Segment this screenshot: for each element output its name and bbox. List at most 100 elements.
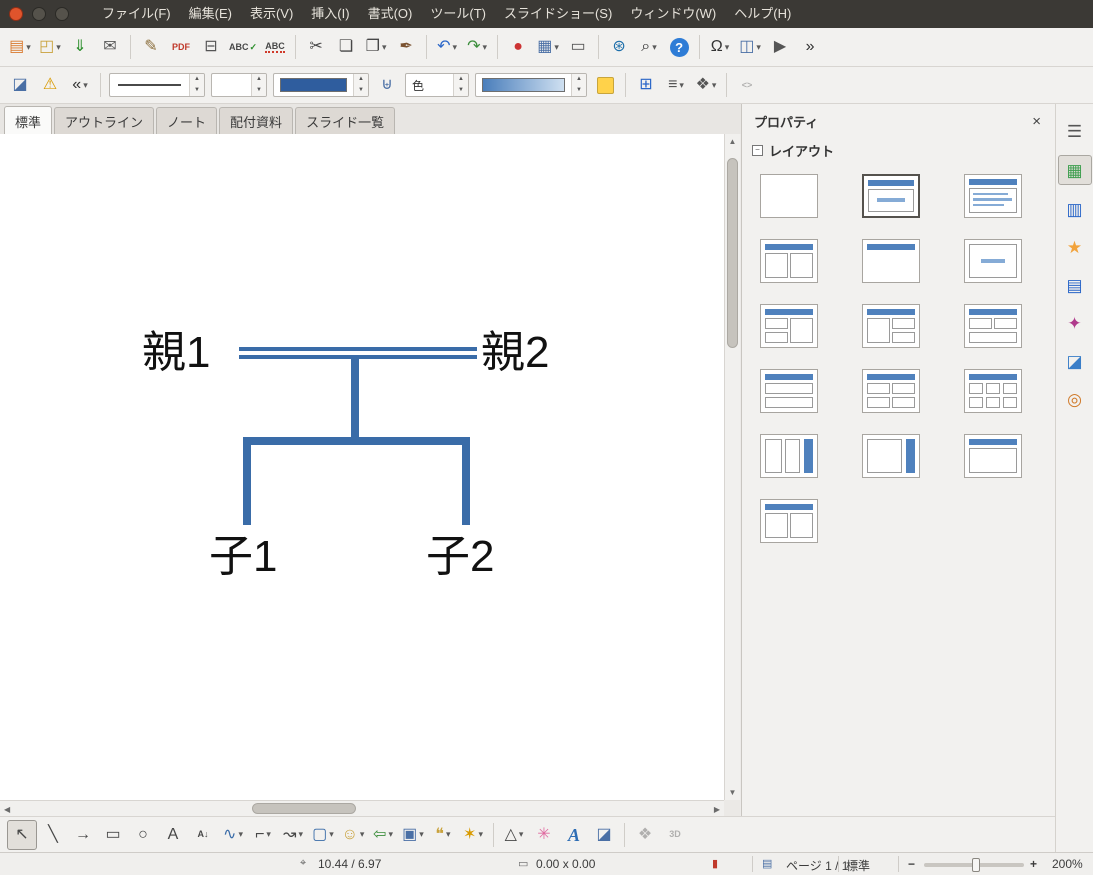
open-button[interactable]: ◰ ▾	[36, 33, 64, 61]
slide-transition-deck-button[interactable]: ▤	[1059, 271, 1091, 299]
start-slideshow-button[interactable]: ▶	[766, 33, 794, 61]
layout-title-content-and-two-content[interactable]	[862, 304, 920, 348]
edit-points-button[interactable]: △ ▾	[500, 821, 528, 849]
menu-file[interactable]: ファイル(F)	[93, 0, 180, 28]
menu-view[interactable]: 表示(V)	[241, 0, 302, 28]
select-button[interactable]: ↖	[7, 819, 37, 850]
layout-title-two-content-over-content[interactable]	[964, 304, 1022, 348]
layouts-section-header[interactable]: − レイアウト	[742, 137, 1055, 162]
line-color-dropdown[interactable]: ▲ ▼	[273, 73, 369, 97]
lines-and-arrows-button[interactable]: ↝ ▾	[279, 821, 307, 849]
menu-slideshow[interactable]: スライドショー(S)	[495, 0, 621, 28]
block-arrows-button[interactable]: ⇦ ▾	[369, 821, 397, 849]
insert-line-button[interactable]: ╲	[39, 821, 67, 849]
display-grid-button[interactable]: ⊞	[632, 71, 660, 99]
new-presentation-button[interactable]: ▤ ▾	[6, 33, 34, 61]
insert-table-button[interactable]: ▦ ▾	[534, 33, 562, 61]
view-tab-slide-sorter[interactable]: スライド一覧	[295, 107, 396, 134]
insert-chart-button[interactable]: ●	[504, 33, 532, 61]
vertical-scroll-thumb[interactable]	[727, 158, 738, 348]
print-button[interactable]: ⊟	[197, 33, 225, 61]
sidebar-settings-button[interactable]: ☰	[1059, 117, 1091, 145]
scroll-up-icon[interactable]: ▲	[725, 137, 740, 146]
spelling-button[interactable]: ABC ✓	[227, 33, 259, 61]
text-parent2[interactable]: 親2	[481, 329, 549, 376]
display-views-button[interactable]: ◫ ▾	[736, 33, 764, 61]
layout-title-content[interactable]	[964, 174, 1022, 218]
menu-insert[interactable]: 挿入(I)	[302, 0, 358, 28]
line-style-spinner-icon[interactable]: ▲ ▼	[189, 74, 204, 96]
redo-button[interactable]: ↷ ▾	[463, 33, 491, 61]
styles-deck-button[interactable]: ▥	[1059, 195, 1091, 223]
insert-image-button[interactable]: ◪	[6, 71, 34, 99]
menu-window[interactable]: ウィンドウ(W)	[621, 0, 725, 28]
helplines-while-moving-button[interactable]: ⚠	[36, 71, 64, 99]
view-tab-normal[interactable]: 標準	[4, 106, 53, 134]
animation-deck-button[interactable]: ✦	[1059, 309, 1091, 337]
scroll-down-icon[interactable]: ▼	[725, 788, 740, 797]
sibling-bar-line[interactable]	[243, 437, 470, 445]
edit-file-button[interactable]: ✎	[137, 33, 165, 61]
line-color-spinner-icon[interactable]: ▲ ▼	[353, 74, 368, 96]
menu-help[interactable]: ヘルプ(H)	[725, 0, 800, 28]
scroll-left-icon[interactable]: ◀	[4, 805, 10, 814]
auto-spellcheck-button[interactable]: ABC	[261, 33, 289, 61]
slide-style-name[interactable]: 標準	[846, 857, 870, 874]
zoom-out-button[interactable]: −	[908, 857, 915, 871]
zoom-level[interactable]: 200%	[1052, 857, 1083, 871]
send-email-button[interactable]: ✉	[96, 33, 124, 61]
area-style-button[interactable]: ⊎	[373, 71, 401, 99]
special-character-button[interactable]: Ω ▾	[706, 33, 734, 61]
master-slides-deck-button[interactable]: ◪	[1059, 347, 1091, 375]
symbol-shapes-button[interactable]: ☺ ▾	[339, 821, 367, 849]
line-width-spinner-icon[interactable]: ▲ ▼	[251, 74, 266, 96]
show-draw-functions-button[interactable]: <>	[733, 71, 761, 99]
flowchart-button[interactable]: ▣ ▾	[399, 821, 427, 849]
child1-drop-line[interactable]	[243, 437, 251, 525]
text-parent1[interactable]: 親1	[142, 329, 210, 376]
layout-title-two-content[interactable]	[760, 239, 818, 283]
layout-vertical-title-text-chart[interactable]	[862, 434, 920, 478]
horizontal-scroll-thumb[interactable]	[252, 803, 356, 814]
vertical-textbox-button[interactable]: A↓	[189, 821, 217, 849]
connectors-button[interactable]: ⌐ ▾	[249, 821, 277, 849]
view-tab-notes[interactable]: ノート	[156, 107, 218, 134]
text-child1[interactable]: 子1	[209, 533, 277, 580]
layout-title-two-content-and-content[interactable]	[760, 304, 818, 348]
navigator-deck-button[interactable]: ◎	[1059, 385, 1091, 413]
ellipse-button[interactable]: ○	[129, 821, 157, 849]
toolbar-overflow-button[interactable]: »	[796, 33, 824, 61]
layout-title-two-vertical-text-clipart[interactable]	[760, 499, 818, 543]
horizontal-scrollbar[interactable]: ◀ ▶	[0, 800, 724, 816]
help-button[interactable]: ?	[665, 33, 693, 61]
clone-formatting-button[interactable]: ✒	[392, 33, 420, 61]
cut-button[interactable]: ✂	[302, 33, 330, 61]
descent-stem-line[interactable]	[351, 357, 359, 441]
callouts-button[interactable]: ❝ ▾	[429, 821, 457, 849]
vertical-scrollbar[interactable]: ▲ ▼	[724, 134, 740, 800]
paste-button[interactable]: ❐ ▾	[362, 33, 390, 61]
shadow-button[interactable]	[591, 71, 619, 99]
text-child2[interactable]: 子2	[426, 533, 494, 580]
arrow-style-button[interactable]: «▾	[66, 71, 94, 99]
line-ends-with-arrow-button[interactable]: →	[69, 821, 97, 849]
slide-canvas[interactable]: 親1 親2 子1 子2	[0, 134, 724, 800]
insert-frame-button[interactable]: ▭	[564, 33, 592, 61]
child2-drop-line[interactable]	[462, 437, 470, 525]
menu-format[interactable]: 書式(O)	[359, 0, 422, 28]
layout-title-content-over-content[interactable]	[760, 369, 818, 413]
layout-title-six-content[interactable]	[964, 369, 1022, 413]
layout-title-only[interactable]	[862, 239, 920, 283]
insert-textbox-button[interactable]: A	[159, 821, 187, 849]
sidebar-close-button[interactable]: ×	[1028, 113, 1045, 130]
zoom-button[interactable]: ⌕ ▾	[635, 33, 663, 61]
window-minimize-button[interactable]	[32, 7, 46, 21]
zoom-slider-thumb[interactable]	[972, 858, 980, 872]
fill-color-dropdown[interactable]: ▲ ▼	[475, 73, 587, 97]
undo-button[interactable]: ↶ ▾	[433, 33, 461, 61]
menu-tools[interactable]: ツール(T)	[421, 0, 495, 28]
layout-blank[interactable]	[760, 174, 818, 218]
layout-title-slide[interactable]	[862, 174, 920, 218]
scroll-right-icon[interactable]: ▶	[714, 805, 720, 814]
align-objects-button[interactable]: ≡ ▾	[662, 71, 690, 99]
